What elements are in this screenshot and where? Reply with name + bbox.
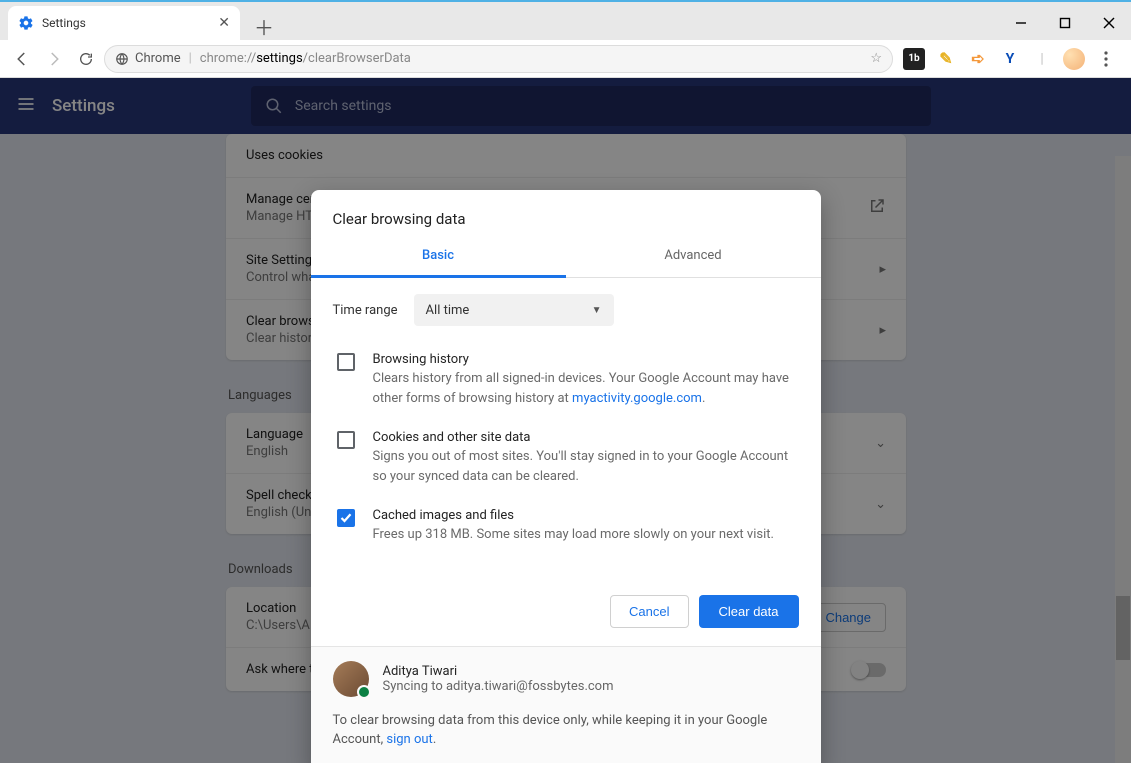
gear-icon (18, 15, 34, 31)
checkbox-subtitle: Clears history from all signed-in device… (373, 369, 799, 408)
chevron-down-icon: ▼ (592, 305, 602, 316)
time-range-select[interactable]: All time ▼ (414, 294, 614, 326)
extension-1b-icon[interactable]: 1b (903, 48, 925, 70)
checkbox-subtitle: Signs you out of most sites. You'll stay… (373, 447, 799, 486)
browser-tab[interactable]: Settings ✕ (8, 6, 240, 40)
time-range-value: All time (426, 303, 470, 318)
checkbox[interactable] (337, 431, 355, 449)
checkbox[interactable] (337, 353, 355, 371)
inline-link[interactable]: myactivity.google.com (572, 391, 702, 406)
clear-browsing-data-dialog: Clear browsing data Basic Advanced Time … (311, 190, 821, 763)
sign-out-link[interactable]: sign out (386, 732, 432, 747)
maximize-button[interactable] (1043, 8, 1087, 38)
forward-button[interactable] (40, 45, 68, 73)
sync-user-name: Aditya Tiwari (383, 664, 614, 679)
omnibox-url: chrome://settings/clearBrowserData (200, 51, 411, 66)
close-window-button[interactable] (1087, 8, 1131, 38)
extension-pencil-icon[interactable]: ✎ (935, 48, 957, 70)
checkbox[interactable] (337, 509, 355, 527)
dialog-title: Clear browsing data (311, 190, 821, 236)
site-info-icon[interactable]: Chrome (115, 51, 181, 66)
browser-toolbar: Chrome | chrome://settings/clearBrowserD… (0, 40, 1131, 78)
cancel-button[interactable]: Cancel (610, 595, 688, 628)
time-range-label: Time range (333, 303, 398, 318)
extension-orange-arrow-icon[interactable]: ➪ (967, 48, 989, 70)
reload-button[interactable] (72, 45, 100, 73)
window-controls (999, 6, 1131, 40)
bookmark-star-icon[interactable]: ☆ (870, 51, 882, 66)
tab-basic[interactable]: Basic (311, 236, 566, 278)
browser-tabstrip: Settings ✕ ＋ (0, 2, 1131, 40)
omnibox-separator: | (189, 51, 192, 66)
tab-title: Settings (42, 16, 86, 30)
dialog-footer-note: To clear browsing data from this device … (333, 711, 799, 750)
user-avatar (333, 661, 369, 697)
tab-advanced[interactable]: Advanced (566, 236, 821, 277)
new-tab-button[interactable]: ＋ (250, 12, 278, 40)
omnibox[interactable]: Chrome | chrome://settings/clearBrowserD… (104, 45, 893, 73)
checkbox-subtitle: Frees up 318 MB. Some sites may load mor… (373, 525, 774, 545)
back-button[interactable] (8, 45, 36, 73)
dialog-checkbox-row: Cookies and other site data Signs you out… (333, 422, 799, 500)
dialog-checkbox-row: Cached images and files Frees up 318 MB. … (333, 500, 799, 559)
sync-user-email: Syncing to aditya.tiwari@fossbytes.com (383, 679, 614, 694)
minimize-button[interactable] (999, 8, 1043, 38)
clear-data-button[interactable]: Clear data (699, 595, 799, 628)
kebab-menu-icon[interactable] (1095, 48, 1117, 70)
checkbox-title: Cookies and other site data (373, 430, 799, 445)
close-tab-icon[interactable]: ✕ (218, 15, 230, 31)
sync-status-badge-icon (357, 685, 371, 699)
checkbox-title: Cached images and files (373, 508, 774, 523)
profile-avatar-button[interactable] (1063, 48, 1085, 70)
dialog-checkbox-row: Browsing history Clears history from all … (333, 344, 799, 422)
dialog-tabs: Basic Advanced (311, 236, 821, 278)
extension-y-icon[interactable]: Y (999, 48, 1021, 70)
checkbox-title: Browsing history (373, 352, 799, 367)
omnibox-label: Chrome (135, 51, 181, 66)
extension-icons: 1b ✎ ➪ Y | (897, 48, 1123, 70)
toolbar-separator: | (1031, 48, 1053, 70)
